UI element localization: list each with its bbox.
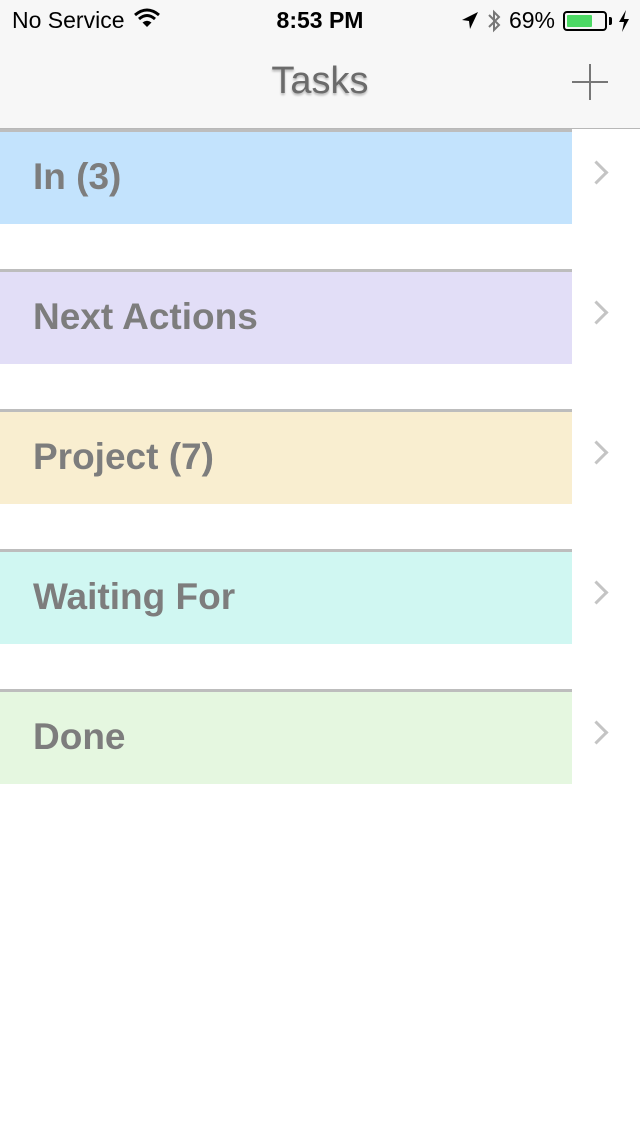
battery-percent: 69% — [508, 7, 555, 33]
row-label: Waiting For — [33, 576, 236, 617]
list-row-next-actions[interactable]: Next Actions — [0, 269, 640, 364]
chevron-right-icon — [584, 580, 609, 605]
screen: No Service 8:53 PM 69% Tasks In (3) Next… — [0, 0, 640, 1136]
battery-icon — [563, 10, 607, 31]
list-row-done[interactable]: Done — [0, 689, 640, 784]
row-label: Next Actions — [33, 296, 258, 337]
chevron-right-icon — [584, 720, 609, 745]
page-title: Tasks — [271, 60, 369, 102]
bluetooth-icon — [487, 9, 501, 33]
charging-bolt-icon — [618, 9, 630, 32]
row-label: Done — [33, 716, 126, 757]
list-row-waiting-for[interactable]: Waiting For — [0, 549, 640, 644]
row-band: Next Actions — [0, 269, 572, 364]
row-band: Project (7) — [0, 409, 572, 504]
chevron-right-icon — [584, 440, 609, 465]
row-label: In (3) — [33, 156, 122, 197]
top-bar: No Service 8:53 PM 69% Tasks — [0, 0, 640, 129]
row-band: Waiting For — [0, 549, 572, 644]
row-band: In (3) — [0, 129, 572, 224]
battery-fill — [567, 14, 592, 27]
status-bar: No Service 8:53 PM 69% — [0, 0, 640, 40]
status-right: 69% — [461, 7, 630, 34]
row-band: Done — [0, 689, 572, 784]
chevron-right-icon — [584, 300, 609, 325]
location-arrow-icon — [461, 11, 479, 31]
row-label: Project (7) — [33, 436, 214, 477]
chevron-right-icon — [584, 160, 609, 185]
list-row-project-7[interactable]: Project (7) — [0, 409, 640, 504]
navigation-bar: Tasks — [0, 40, 640, 128]
battery-tip — [609, 16, 612, 25]
list-row-in-3[interactable]: In (3) — [0, 129, 640, 224]
add-button[interactable] — [570, 62, 610, 102]
